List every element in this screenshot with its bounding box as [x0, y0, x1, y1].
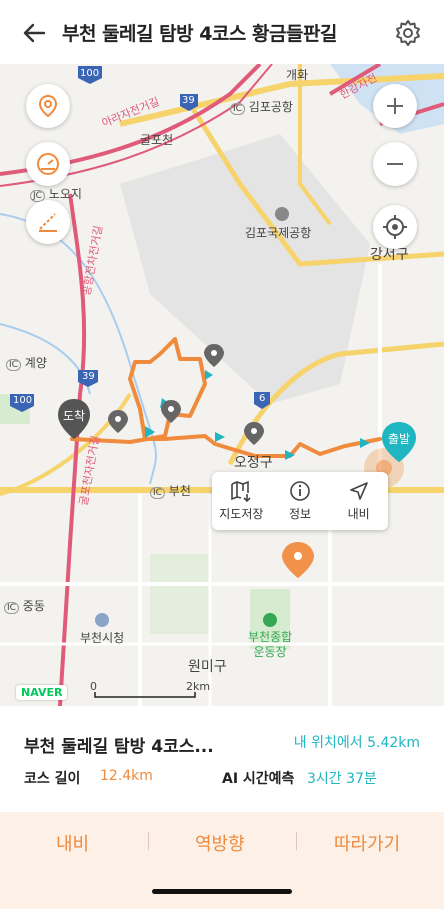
map-label-text: 중동 — [22, 599, 45, 613]
zoom-out-button[interactable] — [373, 142, 417, 186]
map-label-text: 노오지 — [48, 187, 82, 201]
map-label: IC 중동 — [4, 597, 45, 614]
navi-button[interactable]: 내비 — [56, 830, 89, 856]
map-label-text: 김포공항 — [248, 100, 293, 114]
popup-navi-label: 내비 — [347, 507, 370, 521]
gear-icon — [396, 20, 420, 46]
reverse-button[interactable]: 역방향 — [195, 830, 245, 856]
departure-label: 출발 — [387, 432, 411, 446]
scale-end: 2km — [186, 680, 211, 693]
road-number: 39 — [182, 95, 195, 106]
header-bar: 부천 둘레길 탐방 4코스 황금들판길 — [0, 0, 444, 64]
slope-button[interactable] — [26, 200, 70, 244]
ai-time-label: AI 시간예측 — [222, 771, 295, 787]
speed-button[interactable] — [26, 142, 70, 186]
action-bar: 내비 역방향 따라가기 — [0, 812, 444, 909]
save-map-button[interactable]: 지도저장 — [212, 472, 271, 530]
course-length-label: 코스 길이 — [24, 771, 81, 787]
info-button[interactable]: 정보 — [271, 472, 330, 530]
location-pin-icon — [38, 94, 58, 118]
map-save-icon — [231, 480, 251, 502]
place-button[interactable] — [26, 84, 70, 128]
map-label: 오정구 — [234, 455, 273, 471]
map-label: JC 노오지 — [30, 185, 82, 202]
zoom-in-button[interactable] — [373, 84, 417, 128]
map-view[interactable]: 100 39 39 100 6 개화 한강자전 아라자전거길 IC 김포공항 굴… — [0, 64, 444, 706]
arrival-label: 도착 — [62, 409, 86, 423]
scale-start: 0 — [90, 680, 97, 693]
ic-badge: IC — [6, 359, 21, 371]
ic-badge: IC — [4, 602, 19, 614]
map-label: IC 계양 — [6, 354, 47, 371]
ai-time-value: 3시간 37분 — [307, 771, 377, 787]
naver-logo: NAVER — [16, 685, 68, 700]
info-label: 정보 — [288, 507, 312, 521]
page-title: 부천 둘레길 탐방 4코스 황금들판길 — [62, 23, 337, 45]
back-button[interactable] — [20, 18, 50, 48]
road-number: 100 — [80, 68, 100, 79]
home-indicator[interactable] — [152, 889, 292, 894]
road-number: 39 — [82, 371, 95, 382]
arrival-marker[interactable]: 도착 — [56, 397, 92, 441]
course-summary-sheet: 부천 둘레길 탐방 4코스... 내 위치에서 5.42km 코스 길이 12.… — [0, 706, 444, 812]
info-icon — [290, 481, 310, 501]
ic-badge: IC — [230, 103, 245, 115]
road-number: 6 — [259, 393, 266, 404]
map-label: 굴포천 — [140, 133, 174, 147]
divider — [296, 832, 297, 850]
map-label: 개화 — [286, 68, 309, 82]
course-name: 부천 둘레길 탐방 4코스... — [24, 737, 214, 757]
crosshair-icon — [383, 215, 407, 239]
plus-icon — [387, 98, 403, 114]
navigation-arrow-icon — [349, 482, 368, 500]
follow-button[interactable]: 따라가기 — [334, 830, 400, 856]
map-label: 부천시청 — [80, 631, 125, 645]
ic-badge: IC — [150, 487, 165, 499]
departure-marker[interactable]: 출발 — [380, 420, 418, 464]
map-label-text: 계양 — [24, 356, 47, 370]
settings-button[interactable] — [394, 19, 422, 47]
my-location-button[interactable] — [373, 205, 417, 249]
road-number: 100 — [13, 395, 33, 406]
minus-icon — [387, 163, 403, 165]
map-label: IC 김포공항 — [230, 98, 293, 115]
divider — [148, 832, 149, 850]
map-label: IC 부천 — [150, 482, 191, 499]
map-label: 부천종합 운동장 — [248, 630, 293, 659]
course-length-value: 12.4km — [100, 768, 153, 784]
speedometer-icon — [37, 153, 59, 175]
map-label: 김포국제공항 — [245, 226, 312, 240]
popup-navi-button[interactable]: 내비 — [329, 472, 388, 530]
save-map-label: 지도저장 — [219, 507, 264, 521]
map-label-text: 부천 — [168, 484, 191, 498]
distance-from-me: 내 위치에서 5.42km — [293, 735, 420, 751]
slope-icon — [39, 213, 57, 232]
map-action-popup: 지도저장 정보 내비 — [212, 472, 388, 530]
back-arrow-icon — [23, 23, 46, 43]
map-label: 원미구 — [188, 659, 227, 675]
